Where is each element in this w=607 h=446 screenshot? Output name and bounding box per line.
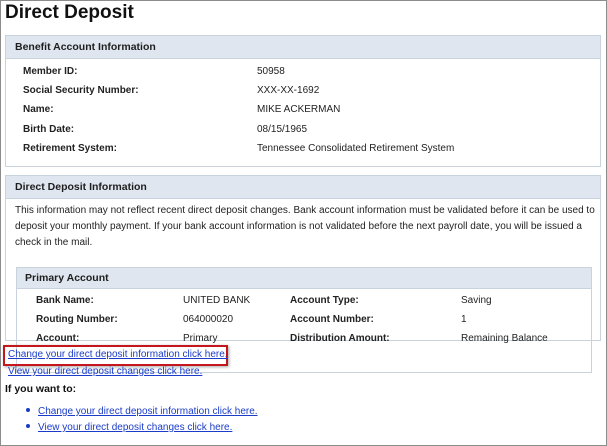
routing-number-label: Routing Number: bbox=[36, 314, 118, 325]
account-label: Account: bbox=[36, 333, 80, 344]
ssn-label: Social Security Number: bbox=[23, 85, 139, 96]
benefit-account-header: Benefit Account Information bbox=[6, 36, 600, 59]
bullet-icon bbox=[26, 408, 30, 412]
account-type-label: Account Type: bbox=[290, 295, 359, 306]
action-list: Change your direct deposit information c… bbox=[22, 402, 258, 434]
name-label: Name: bbox=[23, 104, 54, 115]
account-value: Primary bbox=[183, 333, 218, 344]
member-id-label: Member ID: bbox=[23, 66, 78, 77]
bullet-icon bbox=[26, 424, 30, 428]
routing-number-value: 064000020 bbox=[183, 314, 234, 325]
view-deposit-changes-list-link[interactable]: View your direct deposit changes click h… bbox=[38, 422, 232, 433]
direct-deposit-panel: Direct Deposit Information This informat… bbox=[5, 175, 601, 373]
name-value: MIKE ACKERMAN bbox=[257, 104, 341, 115]
change-deposit-link[interactable]: Change your direct deposit information c… bbox=[8, 349, 228, 360]
change-deposit-list-link[interactable]: Change your direct deposit information c… bbox=[38, 406, 258, 417]
primary-account-header: Primary Account bbox=[17, 268, 591, 289]
bank-name-value: UNITED BANK bbox=[183, 295, 251, 306]
bank-name-label: Bank Name: bbox=[36, 295, 94, 306]
deposit-notice: This information may not reflect recent … bbox=[15, 205, 595, 248]
benefit-account-panel: Benefit Account Information Member ID: 5… bbox=[5, 35, 601, 167]
account-number-label: Account Number: bbox=[290, 314, 374, 325]
distribution-amount-value: Remaining Balance bbox=[461, 333, 548, 344]
list-item: View your direct deposit changes click h… bbox=[22, 418, 258, 434]
birth-date-label: Birth Date: bbox=[23, 124, 75, 135]
account-type-value: Saving bbox=[461, 295, 492, 306]
list-item: Change your direct deposit information c… bbox=[22, 402, 258, 418]
view-deposit-changes-link[interactable]: View your direct deposit changes click h… bbox=[8, 366, 202, 377]
page-title: Direct Deposit bbox=[5, 2, 134, 23]
account-number-value: 1 bbox=[461, 314, 467, 325]
ssn-value: XXX-XX-1692 bbox=[257, 85, 320, 96]
distribution-amount-label: Distribution Amount: bbox=[290, 333, 390, 344]
retirement-system-label: Retirement System: bbox=[23, 143, 117, 154]
birth-date-value: 08/15/1965 bbox=[257, 124, 308, 135]
retirement-system-value: Tennessee Consolidated Retirement System bbox=[257, 143, 455, 154]
direct-deposit-header: Direct Deposit Information bbox=[6, 176, 600, 199]
if-you-want-heading: If you want to: bbox=[5, 383, 77, 395]
member-id-value: 50958 bbox=[257, 66, 285, 77]
